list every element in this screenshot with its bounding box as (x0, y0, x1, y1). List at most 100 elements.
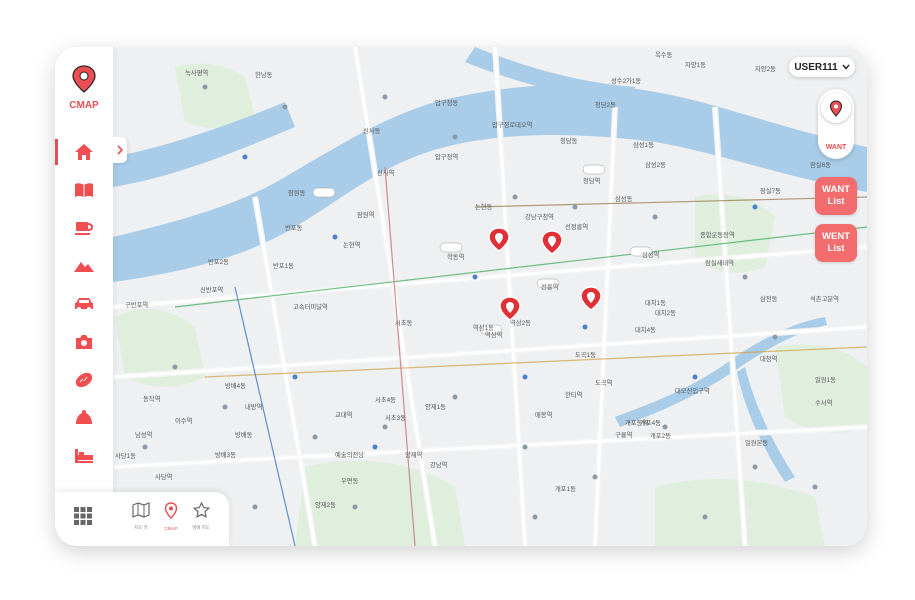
map-label: 남성역 (135, 430, 152, 439)
map-label: 석촌고분역 (810, 294, 839, 303)
map-label: 매봉역 (535, 410, 552, 419)
bottom-view-bar: 지도 뷰 CMAP 명예 지도 (55, 492, 229, 546)
map-label: 수서역 (815, 398, 832, 407)
home-icon (75, 144, 93, 160)
map-label: 잠실6동 (810, 160, 831, 169)
map-label: 청담역 (583, 176, 600, 185)
want-toggle-label: WANT (825, 144, 847, 151)
want-list-button[interactable]: WANT List (815, 177, 857, 215)
map-label: 방배4동 (225, 381, 246, 390)
map-label: 예술의전당 (335, 450, 364, 459)
pin-icon (164, 502, 178, 519)
logo-text: CMAP (69, 100, 99, 111)
sidebar-item-book[interactable] (55, 175, 113, 205)
map-label: 녹사평역 (185, 68, 208, 77)
map-label: 자양2동 (755, 64, 776, 73)
map-label: 교대역 (335, 410, 352, 419)
map-label: 자양1동 (685, 60, 706, 69)
map-label: 대치4동 (635, 325, 656, 334)
cmap-view-button[interactable]: CMAP (156, 502, 186, 531)
map-label: 대치1동 (645, 298, 666, 307)
map-label: 역삼1동 (473, 323, 494, 332)
map-label: 반포동 (285, 223, 303, 232)
sidebar-expand-toggle[interactable] (113, 137, 127, 163)
map-label: 청담2동 (595, 101, 616, 109)
favorite-map-label: 명예 지도 (192, 525, 210, 530)
map-label: 방배동 (235, 430, 253, 439)
map-view-button[interactable]: 지도 뷰 (126, 502, 156, 531)
car-icon (75, 298, 93, 311)
sidebar-item-cafe[interactable] (55, 213, 113, 243)
sidebar-item-drive[interactable] (55, 289, 113, 319)
map-label: 개포2동 (650, 431, 671, 440)
cafe-cup-icon (75, 222, 94, 235)
map-label: 우면동 (341, 476, 359, 485)
map-label: 구룡역 (615, 430, 632, 439)
sidebar: CMAP (55, 47, 113, 492)
map-label: 반포2동 (208, 257, 229, 266)
map-label: 대치2동 (655, 308, 676, 317)
map-label: 개포1동 (555, 484, 576, 493)
map-label: 양재역 (405, 450, 422, 459)
map-label: 강남구청역 (525, 212, 554, 221)
map-label: 학동역 (447, 252, 464, 261)
map-label: 방배3동 (215, 450, 236, 459)
map-canvas[interactable]: 녹사평역신사동압구정동압구정로데오역청담동청담역논현동반포동잠원동논현역학동역강… (55, 47, 867, 546)
map-label: 일원본동 (745, 438, 768, 447)
map-view-label: 지도 뷰 (134, 525, 148, 530)
map-label: 잠원역 (357, 210, 374, 219)
map-label: 삼성1동 (633, 140, 654, 149)
map-label: 도곡1동 (575, 351, 596, 359)
map-label: 선릉역 (541, 282, 558, 291)
sidebar-item-dessert[interactable] (55, 403, 113, 433)
map-label: 대청역 (760, 354, 777, 363)
map-label: 서초3동 (385, 413, 406, 422)
want-toggle[interactable]: WANT (818, 89, 854, 159)
grid-menu-button[interactable] (68, 506, 98, 531)
user-menu-button[interactable]: USER111 (789, 57, 855, 77)
map-label: 압구정동 (435, 98, 458, 107)
map-label: 역삼2동 (510, 318, 531, 327)
map-label: 이수역 (175, 416, 192, 425)
bread-icon (75, 372, 93, 388)
favorite-map-button[interactable]: 명예 지도 (186, 501, 216, 531)
map-label: 내방역 (245, 402, 262, 411)
map-label: 신사역 (377, 168, 394, 177)
map-label: 논현역 (343, 240, 360, 249)
map-label: 선정릉역 (565, 222, 588, 231)
map-label: 옥수동 (655, 51, 673, 59)
map-label: 한티역 (565, 390, 582, 399)
map-label: 양재1동 (425, 403, 446, 411)
map-label: 동작역 (143, 394, 160, 403)
map-label: 삼성역 (642, 250, 659, 259)
map-label: 강남역 (430, 460, 447, 469)
map-label: 서초동 (395, 318, 413, 327)
sidebar-item-bakery[interactable] (55, 365, 113, 395)
star-icon (192, 501, 210, 518)
grid-icon (74, 507, 92, 525)
logo[interactable]: CMAP (63, 65, 105, 111)
map-label: 삼성동 (615, 194, 633, 203)
cmap-view-label: CMAP (164, 526, 178, 531)
sidebar-item-nature[interactable] (55, 251, 113, 281)
bed-icon (75, 449, 93, 463)
map-label: 사당역 (155, 472, 172, 481)
mountain-icon (74, 262, 94, 272)
map-label: 종합운동장역 (700, 230, 735, 239)
map-label: 서초4동 (375, 395, 396, 404)
map-label: 반포1동 (273, 261, 294, 270)
map-label: 잠실새내역 (705, 258, 734, 267)
map-label: 압구정로데오역 (492, 120, 533, 129)
map-label: 사당1동 (115, 451, 136, 460)
location-pin-icon (829, 99, 843, 117)
app-window: 녹사평역 신사동 압구정동 압구정로데오역 청담동 청담역 논현동 반포동 잠원동 논현역 학동역 강… (55, 47, 867, 546)
sidebar-item-home[interactable] (55, 137, 113, 167)
want-list-label: WANT List (822, 184, 850, 207)
map-label: 압구정역 (435, 152, 458, 161)
sidebar-item-photo[interactable] (55, 327, 113, 357)
map-label: 삼전동 (760, 294, 778, 303)
chevron-right-icon (117, 145, 124, 155)
sidebar-item-stay[interactable] (55, 441, 113, 471)
went-list-button[interactable]: WENT List (815, 224, 857, 262)
location-pin-icon (72, 65, 96, 93)
